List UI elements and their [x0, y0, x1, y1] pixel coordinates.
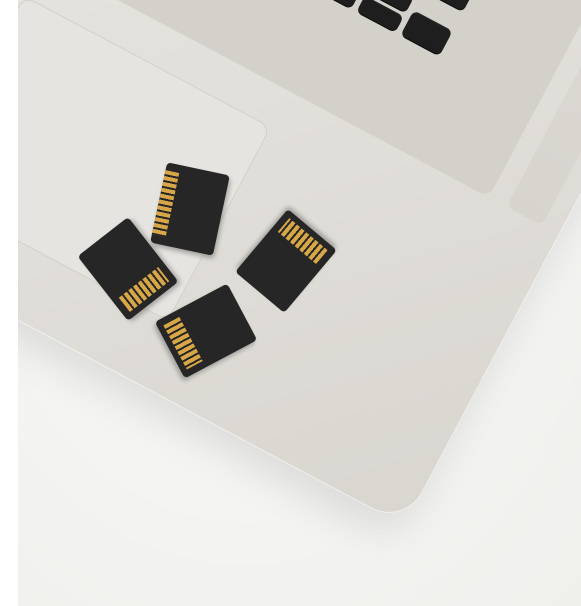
key-arrow-right: [400, 10, 453, 56]
key-arrow-left: [312, 0, 365, 9]
photo: M < > ? delete command option return shi…: [18, 0, 581, 606]
